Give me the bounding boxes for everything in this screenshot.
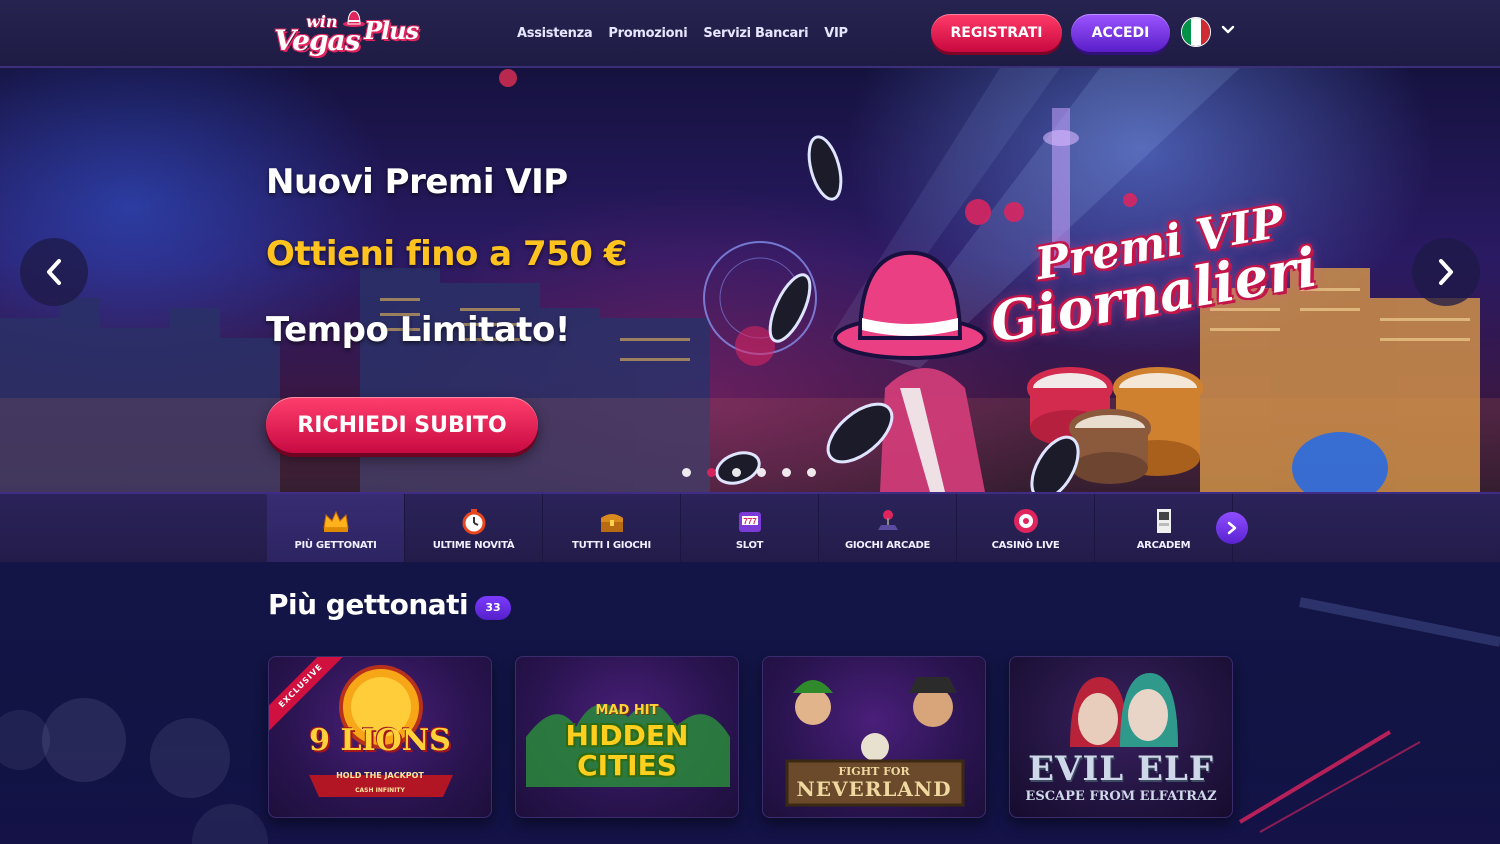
tab-label: GIOCHI ARCADE: [844, 540, 931, 551]
register-button[interactable]: REGISTRATI: [931, 14, 1062, 52]
hero-title: Nuovi Premi VIP: [266, 162, 568, 202]
tab-label: CASINÒ LIVE: [991, 540, 1060, 551]
tab-ultime-novita[interactable]: ULTIME NOVITÀ: [405, 494, 543, 562]
game-subtitle: MAD HIT: [595, 703, 659, 718]
carousel-next-button[interactable]: [1412, 238, 1480, 306]
game-count-badge: 33: [475, 596, 511, 620]
category-tabs: PIÙ GETTONATI ULTIME NOVITÀ TUTTI I GIOC…: [267, 494, 1233, 566]
game-title: NEVERLAND: [796, 777, 952, 801]
game-subtitle: ESCAPE FROM ELFATRAZ: [1025, 789, 1217, 804]
tab-label: ULTIME NOVITÀ: [432, 540, 515, 551]
nav-servizi-bancari[interactable]: Servizi Bancari: [703, 26, 808, 41]
section-title: Più gettonati: [268, 588, 469, 621]
hero-offer: Ottieni fino a 750 €: [266, 234, 627, 274]
login-button[interactable]: ACCEDI: [1071, 14, 1170, 52]
nav-promozioni[interactable]: Promozioni: [608, 26, 687, 41]
hero-banner: Nuovi Premi VIP Ottieni fino a 750 € Tem…: [0, 68, 1500, 492]
game-title: 9 LIONS: [309, 723, 451, 758]
nav-assistenza[interactable]: Assistenza: [517, 26, 593, 41]
carousel-dot[interactable]: [707, 468, 716, 477]
hero-limited-time: Tempo Limitato!: [266, 310, 570, 350]
tab-label: TUTTI I GIOCHI: [572, 540, 651, 551]
joystick-icon: [877, 510, 898, 530]
games-section-background: [0, 562, 1500, 844]
tab-arcadem[interactable]: ARCADEM: [1095, 494, 1233, 562]
site-header: win Vegas Plus Assistenza Promozioni Ser…: [0, 0, 1500, 68]
stopwatch-icon: [462, 509, 485, 535]
main-nav: Assistenza Promozioni Servizi Bancari VI…: [517, 26, 848, 41]
tab-label: PIÙ GETTONATI: [294, 540, 377, 551]
arcade-cabinet-icon: [1156, 509, 1171, 533]
category-bar: PIÙ GETTONATI ULTIME NOVITÀ TUTTI I GIOC…: [0, 492, 1500, 566]
logo-vegas: Vegas: [274, 24, 360, 57]
svg-text:777: 777: [743, 517, 757, 526]
italy-flag-icon[interactable]: [1181, 17, 1211, 47]
slot-machine-icon: 777: [738, 512, 761, 532]
game-card[interactable]: MAD HIT HIDDEN CITIES: [515, 656, 739, 818]
carousel-dot[interactable]: [732, 468, 741, 477]
carousel-dot[interactable]: [807, 468, 816, 477]
carousel-dots: [682, 468, 816, 477]
tab-slot[interactable]: 777 SLOT: [681, 494, 819, 562]
carousel-dot[interactable]: [757, 468, 766, 477]
tab-piu-gettonati[interactable]: PIÙ GETTONATI: [267, 494, 405, 566]
crown-icon: [322, 510, 349, 532]
tab-casino-live[interactable]: CASINÒ LIVE: [957, 494, 1095, 562]
game-title: HIDDEN CITIES: [565, 719, 689, 782]
logo-plus: Plus: [364, 16, 419, 45]
claim-now-button[interactable]: RICHIEDI SUBITO: [266, 397, 538, 453]
roulette-chip-icon: [1013, 509, 1038, 533]
category-next-button[interactable]: [1216, 512, 1248, 544]
tab-label: ARCADEM: [1136, 540, 1191, 551]
nav-vip[interactable]: VIP: [824, 26, 848, 41]
carousel-prev-button[interactable]: [20, 238, 88, 306]
tab-tutti-i-giochi[interactable]: TUTTI I GIOCHI: [543, 494, 681, 562]
carousel-dot[interactable]: [682, 468, 691, 477]
game-card[interactable]: EVIL ELF ESCAPE FROM ELFATRAZ: [1009, 656, 1233, 818]
chevron-left-icon: [47, 259, 61, 285]
chevron-right-icon: [1227, 521, 1237, 535]
carousel-dot[interactable]: [782, 468, 791, 477]
chevron-down-icon[interactable]: [1220, 22, 1236, 38]
game-card[interactable]: EXCLUSIVE 9 LIONS HOLD THE JACKPOT CASH …: [268, 656, 492, 818]
game-subtitle: HOLD THE JACKPOT: [336, 771, 424, 780]
game-title: EVIL ELF: [1028, 749, 1214, 789]
chevron-right-icon: [1439, 259, 1453, 285]
treasure-chest-icon: [600, 514, 623, 532]
game-card[interactable]: FIGHT FOR NEVERLAND: [762, 656, 986, 818]
game-tagline: CASH INFINITY: [355, 787, 405, 794]
tab-giochi-arcade[interactable]: GIOCHI ARCADE: [819, 494, 957, 562]
site-logo[interactable]: win Vegas Plus: [272, 6, 432, 64]
tab-label: SLOT: [735, 540, 764, 551]
